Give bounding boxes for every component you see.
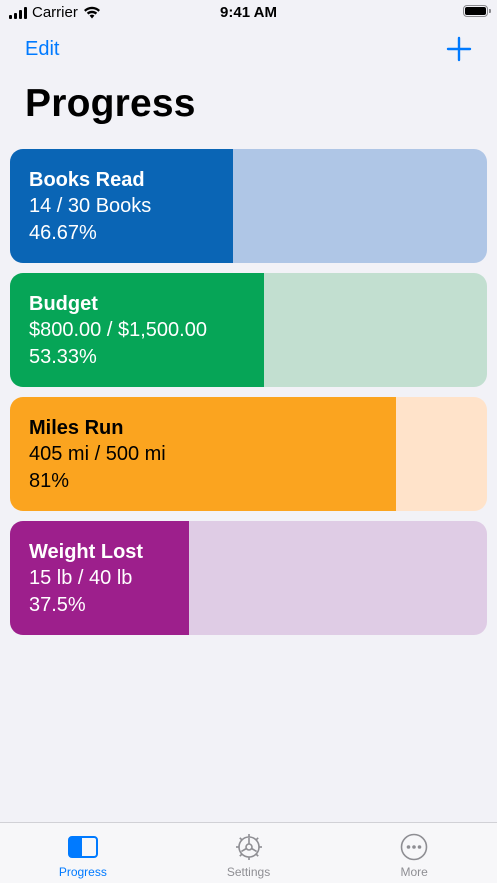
goal-card[interactable]: Budget $800.00 / $1,500.00 53.33% [10,273,487,387]
goal-percent: 46.67% [29,222,97,244]
sidebar-panel-icon [67,833,99,861]
goal-amount: $800.00 / $1,500.00 [29,319,207,341]
goal-title: Books Read [29,169,145,191]
goal-percent: 81% [29,470,70,492]
goal-text: Budget $800.00 / $1,500.00 53.33% [29,291,207,371]
goal-card[interactable]: Miles Run 405 mi / 500 mi 81% [10,397,487,511]
goal-card[interactable]: Weight Lost 15 lb / 40 lb 37.5% [10,521,487,635]
tab-label: Progress [58,865,107,879]
tab-progress[interactable]: Progress [0,823,166,883]
goal-amount: 14 / 30 Books [29,195,152,217]
tab-label: More [400,865,428,879]
goal-title: Miles Run [29,417,124,439]
goal-card[interactable]: Books Read 14 / 30 Books 46.67% [10,149,487,263]
goal-text: Weight Lost 15 lb / 40 lb 37.5% [29,539,143,619]
tab-more[interactable]: More [331,823,497,883]
goal-text: Books Read 14 / 30 Books 46.67% [29,167,151,247]
battery-icon [463,5,491,17]
goal-amount: 15 lb / 40 lb [29,567,133,589]
goal-title: Weight Lost [29,541,144,563]
tab-settings[interactable]: Settings [166,823,332,883]
tab-bar: Progress Settings More [0,822,497,883]
goal-percent: 53.33% [29,346,97,368]
status-bar: Carrier 9:41 AM [0,0,497,26]
status-time: 9:41 AM [220,4,277,21]
add-button[interactable] [446,36,472,62]
tab-label: Settings [226,865,271,879]
page-title: Progress [25,82,196,125]
gear-icon [233,833,265,861]
goal-text: Miles Run 405 mi / 500 mi 81% [29,415,166,495]
goal-percent: 37.5% [29,594,86,616]
goal-list: Books Read 14 / 30 Books 46.67% Budget $… [10,149,487,645]
goal-amount: 405 mi / 500 mi [29,443,166,465]
plus-icon [446,36,472,62]
goal-title: Budget [29,293,98,315]
ellipsis-circle-icon [398,833,430,861]
screen: Carrier 9:41 AM Edit Progress Books Read [0,0,497,883]
edit-button[interactable]: Edit [25,38,59,61]
